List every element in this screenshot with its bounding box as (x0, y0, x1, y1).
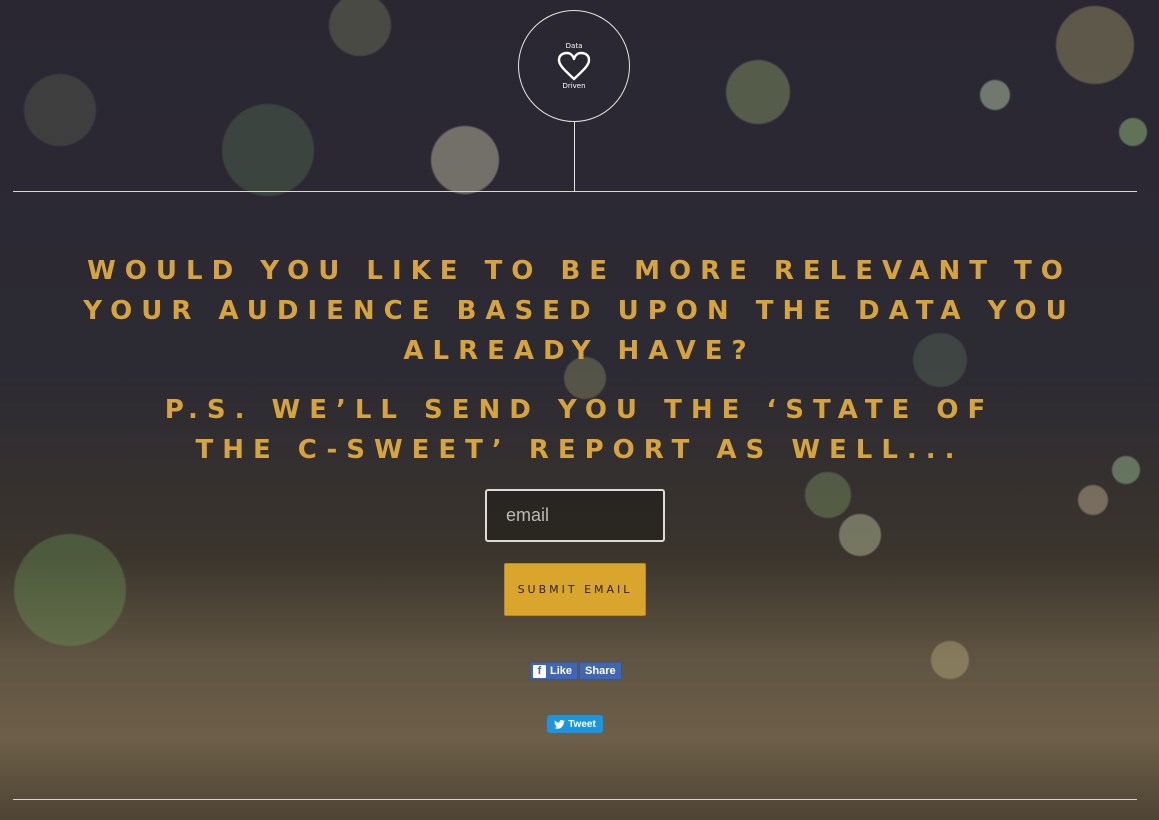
facebook-like-label: Like (550, 665, 573, 677)
heart-icon (557, 51, 591, 81)
top-divider (13, 191, 1137, 192)
submit-email-button[interactable]: SUBMIT EMAIL (504, 563, 646, 616)
facebook-icon: f (533, 664, 546, 678)
facebook-share-label: Share (585, 665, 616, 677)
bottom-divider (13, 799, 1137, 800)
subheadline: P.S. WE’LL SEND YOU THE ‘STATE OF THE C-… (164, 395, 995, 465)
logo-stem-line (574, 122, 575, 192)
logo-top-text: Data (565, 42, 583, 50)
tweet-label: Tweet (568, 718, 596, 730)
headline: WOULD YOU LIKE TO BE MORE RELEVANT TO YO… (83, 256, 1076, 366)
logo-bottom-text: Driven (562, 82, 586, 90)
twitter-bird-icon (554, 719, 566, 729)
tweet-button[interactable]: Tweet (547, 715, 603, 733)
facebook-share-button[interactable]: Share (579, 662, 622, 680)
facebook-like-button[interactable]: f Like (530, 662, 579, 680)
email-input[interactable] (485, 489, 665, 542)
logo[interactable]: Data Driven (518, 10, 630, 122)
facebook-buttons: f Like Share (530, 662, 622, 680)
